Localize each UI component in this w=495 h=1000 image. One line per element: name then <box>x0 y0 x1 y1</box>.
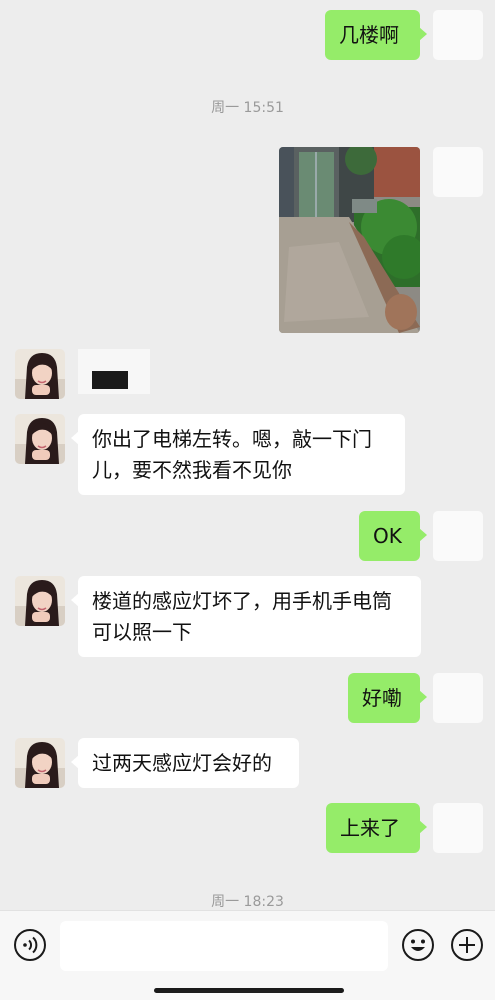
contact-avatar[interactable] <box>15 349 65 399</box>
emoji-icon[interactable] <box>401 928 435 962</box>
self-avatar[interactable] <box>433 511 483 561</box>
message-bubble-outgoing[interactable]: OK <box>359 511 427 561</box>
message-text: OK <box>373 524 402 548</box>
girl-avatar-icon <box>15 576 65 626</box>
message-text: 几楼啊 <box>339 23 399 47</box>
self-avatar[interactable] <box>433 10 483 60</box>
message-bubble-outgoing[interactable]: 几楼啊 <box>325 10 427 60</box>
timestamp: 周一 18:23 <box>211 894 284 910</box>
self-avatar[interactable] <box>433 147 483 197</box>
girl-avatar-icon <box>15 349 65 399</box>
message-input[interactable] <box>60 921 388 971</box>
message-text: 儿，要不然我看不见你 <box>92 458 292 482</box>
contact-avatar[interactable] <box>15 576 65 626</box>
message-bubble-incoming[interactable]: 楼道的感应灯坏了，用手机手电筒 可以照一下 <box>71 576 421 657</box>
message-bubble-incoming[interactable]: 过两天感应灯会好的 <box>71 738 299 788</box>
self-avatar[interactable] <box>433 803 483 853</box>
redaction-block <box>92 371 128 389</box>
message-bubble-incoming[interactable]: 你出了电梯左转。嗯，敲一下门 儿，要不然我看不见你 <box>71 414 405 495</box>
photo-message[interactable] <box>279 147 420 333</box>
chat-area: 几楼啊 周一 15:51 你出了电梯左转。嗯，敲一下门 儿，要不然我看不见你 O… <box>0 0 495 910</box>
timestamp: 周一 15:51 <box>211 100 284 116</box>
message-text: 上来了 <box>340 816 400 840</box>
message-bubble-outgoing[interactable]: 上来了 <box>326 803 427 853</box>
add-icon[interactable] <box>450 928 484 962</box>
home-indicator <box>154 988 344 993</box>
message-text: 楼道的感应灯坏了，用手机手电筒 <box>92 589 392 613</box>
message-bubble-outgoing[interactable]: 好嘞 <box>348 673 427 723</box>
photo-image <box>279 147 420 333</box>
self-avatar[interactable] <box>433 673 483 723</box>
girl-avatar-icon <box>15 738 65 788</box>
message-text: 可以照一下 <box>92 620 192 644</box>
message-text: 过两天感应灯会好的 <box>92 751 272 775</box>
girl-avatar-icon <box>15 414 65 464</box>
contact-avatar[interactable] <box>15 414 65 464</box>
voice-input-icon[interactable] <box>13 928 47 962</box>
input-toolbar <box>0 910 495 1000</box>
contact-avatar[interactable] <box>15 738 65 788</box>
message-text: 好嘞 <box>362 686 402 710</box>
message-text: 你出了电梯左转。嗯，敲一下门 <box>92 427 372 451</box>
